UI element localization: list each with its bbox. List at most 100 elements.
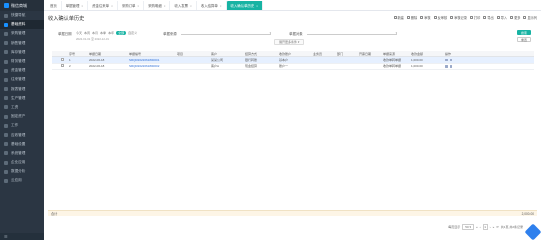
row-checkbox[interactable]	[61, 64, 64, 68]
app-logo[interactable]: 微信商城	[0, 0, 44, 11]
sidebar-item[interactable]: 财务管理	[0, 57, 44, 66]
last-page-button[interactable]: »	[493, 225, 495, 229]
column-header[interactable]: 单据日期	[88, 52, 128, 56]
sidebar-item[interactable]: 系统管理	[0, 149, 44, 158]
sidebar-item[interactable]: 云应用	[0, 176, 44, 185]
more-icon	[510, 16, 514, 19]
edit-icon[interactable]	[445, 58, 448, 61]
date-option-year[interactable]: 本年	[108, 31, 114, 35]
sidebar-item[interactable]: 应收管理	[0, 130, 44, 139]
tab-label: 采购明细	[148, 4, 162, 8]
page-number-input[interactable]: 1	[482, 224, 488, 230]
view-icon[interactable]	[449, 65, 452, 68]
toolbar-button[interactable]: 打印	[469, 15, 480, 20]
column-header[interactable]: 操作	[444, 52, 541, 56]
close-icon[interactable]: ×	[190, 4, 192, 8]
close-icon[interactable]: ×	[256, 4, 258, 8]
toolbar-button[interactable]: 删除	[406, 15, 417, 20]
column-header[interactable]: 单据编号	[128, 52, 176, 56]
sidebar-item[interactable]: 基础设置	[0, 140, 44, 149]
column-header[interactable]: 收款金额	[410, 52, 434, 56]
column-header[interactable]: 单据来源	[382, 52, 410, 56]
column-header[interactable]: 结算方式	[244, 52, 278, 56]
prev-page-button[interactable]: ‹	[480, 225, 481, 229]
sidebar-item[interactable]: 工作	[0, 121, 44, 130]
tab[interactable]: 收入确认单历史 ×	[226, 1, 264, 10]
edit-icon[interactable]	[445, 65, 448, 68]
sidebar-item[interactable]: 资金管理	[0, 66, 44, 75]
menu-collapse-icon[interactable]: ☰	[0, 233, 44, 240]
menu-item-icon	[4, 59, 8, 64]
toolbar-button[interactable]: 导出	[483, 15, 494, 20]
menu-item-icon	[4, 151, 8, 156]
pagination: 每页显示 50 ▾ « ‹ 1 › » ⟳ 共1页,共2条记录	[448, 224, 523, 230]
document-code-link[interactable]: SRQR2022061800001	[128, 58, 176, 62]
sidebar-item[interactable]: 报表管理	[0, 85, 44, 94]
export-icon	[483, 16, 487, 19]
date-option-all[interactable]: 全部	[116, 31, 127, 35]
column-header[interactable]: 开票日期	[358, 52, 382, 56]
search-button[interactable]: 搜索	[517, 30, 531, 35]
toolbar-button[interactable]: 审核	[420, 15, 431, 20]
date-option-month[interactable]: 本月	[92, 31, 98, 35]
sidebar-item[interactable]: 库存管理	[0, 48, 44, 57]
sidebar-item[interactable]: 采购管理	[0, 29, 44, 38]
close-icon[interactable]: ×	[164, 4, 166, 8]
refresh-icon[interactable]: ⟳	[496, 225, 499, 229]
column-header[interactable]: 部门	[336, 52, 358, 56]
column-header[interactable]: 业务员	[312, 52, 336, 56]
date-option-today[interactable]: 今天	[76, 31, 82, 35]
close-icon[interactable]: ×	[137, 4, 139, 8]
column-header[interactable]: 客户	[210, 52, 244, 56]
table-row[interactable]: 2 2022-06-18 SRQR2022061800002 客户A 现金结算 账户一 收款…	[52, 64, 534, 70]
tab[interactable]: 采购明细 ×	[144, 1, 171, 10]
tab[interactable]: 采购订单 ×	[118, 1, 145, 10]
tab[interactable]: 首页	[46, 1, 62, 10]
menu-item-icon	[4, 114, 8, 119]
column-header[interactable]: 收款账户	[278, 52, 312, 56]
sidebar-item[interactable]: 销售管理	[0, 39, 44, 48]
toolbar-button[interactable]: 更多	[510, 15, 520, 20]
toolbar-button[interactable]: 新建	[393, 15, 404, 20]
sidebar-item[interactable]: 固定资产	[0, 112, 44, 121]
page-size-select[interactable]: 50 ▾	[462, 224, 474, 230]
date-range[interactable]: 2022-01-01 至 2022-12-31	[76, 37, 109, 41]
expand-filters-button[interactable]: 展开更多条件 ▾	[274, 39, 305, 45]
close-icon[interactable]: ×	[111, 4, 113, 8]
menu-item-icon	[4, 50, 8, 55]
sidebar-item[interactable]: 基础资料	[0, 20, 44, 30]
document-code-link[interactable]: SRQR2022061800002	[128, 64, 176, 68]
sidebar-item[interactable]: 工资	[0, 103, 44, 112]
tab[interactable]: 单据管理 ×	[62, 1, 89, 10]
tab[interactable]: 收入发票 ×	[170, 1, 197, 10]
reset-button[interactable]: 重置	[517, 37, 531, 42]
date-option-week[interactable]: 本周	[84, 31, 90, 35]
toolbar-button-label: 更多	[514, 16, 521, 20]
client-select[interactable]: ▾	[307, 31, 398, 35]
toolbar-button[interactable]: 审核记录	[450, 15, 467, 20]
first-page-button[interactable]: «	[476, 225, 478, 229]
sidebar-item[interactable]: 生产管理	[0, 94, 44, 103]
view-icon[interactable]	[449, 58, 452, 61]
close-icon[interactable]: ×	[81, 4, 83, 8]
close-icon[interactable]: ×	[220, 4, 222, 8]
row-checkbox[interactable]	[61, 57, 64, 61]
toolbar-button[interactable]: 反审核	[433, 15, 447, 20]
table-cell: 客户A	[211, 64, 220, 69]
sidebar-item-label: 工作	[11, 123, 19, 128]
column-header[interactable]: 序号	[68, 52, 88, 56]
sidebar-item[interactable]: 企业应用	[0, 158, 44, 167]
column-header[interactable]: 项目	[176, 52, 210, 56]
source-select[interactable]: ▾	[181, 31, 272, 35]
sidebar-item[interactable]: 快捷导航	[0, 11, 44, 20]
tab[interactable]: 收入结算单 ×	[197, 1, 227, 10]
tab[interactable]: 资金往来单 ×	[88, 1, 118, 10]
toolbar-button[interactable]: 导入	[496, 15, 507, 20]
date-option-custom[interactable]: 自定义	[128, 31, 137, 35]
toolbar-button[interactable]: 显示列	[523, 15, 537, 20]
logo-text: 微信商城	[11, 2, 27, 8]
date-option-quarter[interactable]: 本季	[100, 31, 106, 35]
sidebar-item[interactable]: 往来管理	[0, 75, 44, 84]
sidebar-item[interactable]: 数据分析	[0, 167, 44, 176]
next-page-button[interactable]: ›	[490, 225, 491, 229]
